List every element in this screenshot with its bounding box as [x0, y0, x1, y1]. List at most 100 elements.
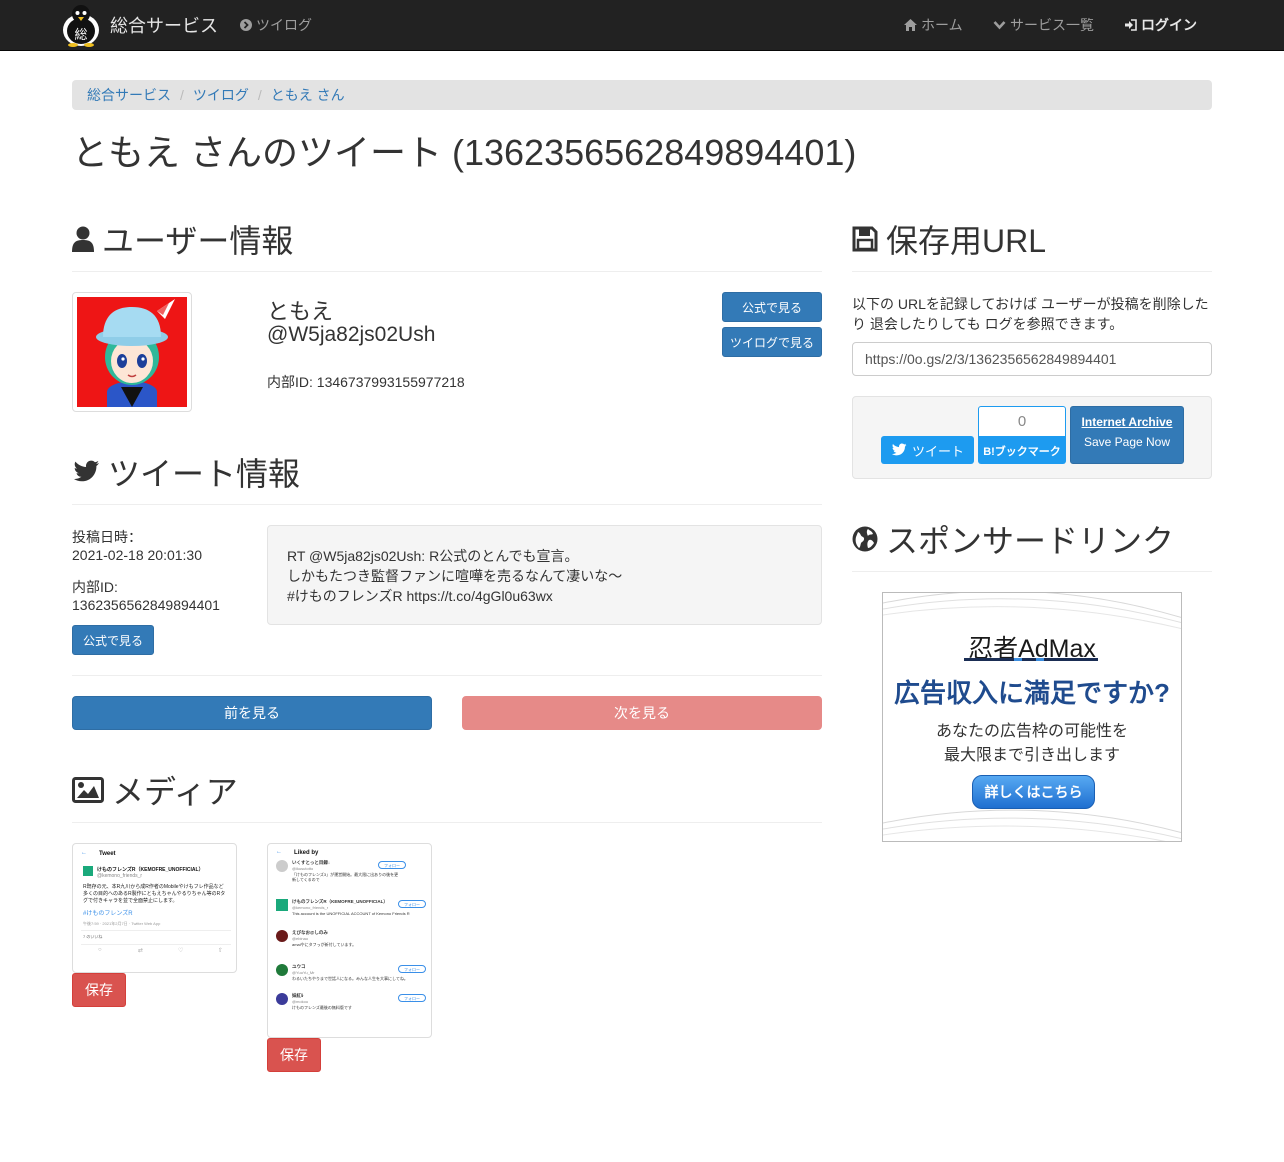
thumb-title: Tweet: [99, 851, 116, 857]
nav-login-link[interactable]: ログイン: [1124, 0, 1197, 50]
user-avatar: [276, 993, 288, 1005]
nav-tsuilog-link[interactable]: ツイログ: [240, 0, 312, 50]
ia-title: Internet Archive: [1081, 415, 1173, 429]
internet-archive-button[interactable]: Internet Archive Save Page Now: [1070, 406, 1184, 464]
like-icon: ♡: [178, 948, 184, 954]
follow-button[interactable]: フォロー: [398, 965, 426, 973]
twitter-bird-icon: [891, 443, 907, 457]
user-icon: [72, 226, 94, 252]
svg-text:総: 総: [74, 28, 87, 43]
breadcrumb-item-user[interactable]: ともえ さん: [271, 85, 345, 105]
liker-bio: amalやにタフっが新付しています。: [292, 942, 357, 947]
divider: [72, 504, 822, 505]
reply-icon: ○: [98, 947, 102, 953]
user-handle: @W5ja82js02Ush: [267, 323, 436, 346]
top-navbar: 総 総合サービス ツイログ ホーム サービス一覧 ログイン: [0, 0, 1284, 51]
save-url-field[interactable]: https://0o.gs/2/3/1362356562849894401: [852, 342, 1212, 376]
follow-button[interactable]: フォロー: [398, 900, 426, 908]
home-icon: [904, 19, 917, 31]
breadcrumb-separator: /: [257, 87, 262, 103]
user-avatar: [276, 964, 288, 976]
prev-button[interactable]: 前を見る: [72, 696, 432, 730]
media-thumbnail[interactable]: ← Liked by いくすとっと目録↓ @ikusutotto 「けものフレン…: [267, 843, 432, 1038]
next-button[interactable]: 次を見る: [462, 696, 822, 730]
sponsor-heading: スポンサードリンク: [852, 516, 1174, 562]
thumb-hashtag: #けものフレンズR: [83, 911, 133, 917]
user-avatar: [276, 860, 288, 872]
liker-handle: @kemono_friends_r: [292, 905, 329, 910]
breadcrumb: 総合サービス / ツイログ / ともえ さん: [72, 80, 1212, 110]
nav-services-label: サービス一覧: [1010, 17, 1094, 33]
user-info-heading-text: ユーザー情報: [102, 223, 294, 259]
tweet-share-label: ツイート: [911, 443, 964, 459]
ad-banner[interactable]: 忍者AdMax 広告収入に満足ですか? あなたの広告枠の可能性を 最大限まで引き…: [882, 592, 1182, 842]
tweet-share-button[interactable]: ツイート: [881, 436, 974, 464]
chevron-down-icon: [993, 20, 1006, 30]
tweet-text-line: RT @W5ja82js02Ush: R公式のとんでも宣言。: [287, 548, 579, 564]
nav-tsuilog-label: ツイログ: [256, 17, 312, 33]
user-tsuilog-button[interactable]: ツイログで見る: [722, 327, 822, 357]
hatena-count: 0: [978, 406, 1066, 437]
ad-brand-underline: [964, 658, 1098, 661]
thumb-account: けものフレンズR（KEMOFRE_UNOFFICIAL）: [97, 867, 204, 873]
tweet-id-label: 内部ID:: [72, 579, 118, 595]
tweet-id-value: 1362356562849894401: [72, 597, 220, 613]
account-avatar: [83, 866, 93, 876]
avatar-illustration: [77, 297, 187, 407]
chevron-circle-right-icon: [240, 19, 252, 31]
ad-details-button[interactable]: 詳しくはこちら: [972, 775, 1095, 809]
save-url-heading-text: 保存用URL: [886, 223, 1047, 259]
ad-subtext: あなたの広告枠の可能性を: [935, 723, 1128, 740]
save-url-description: り 退会したりしても ログを参照できます。: [852, 316, 1124, 332]
breadcrumb-item-home[interactable]: 総合サービス: [87, 85, 171, 105]
save-url-heading: 保存用URL: [852, 216, 1046, 262]
liker-handle: @ikusutotto: [292, 866, 314, 871]
globe-icon: [852, 526, 878, 552]
thumb-counts: 7 のいいね: [83, 934, 103, 939]
user-info-heading: ユーザー情報: [72, 216, 293, 262]
liker-bio: 「けものフレンズ3」が運営開始。最大限に出ありの後を更新してくるので: [292, 872, 399, 882]
liker-bio: けものフレンズ最後の無料版です: [292, 1005, 352, 1010]
user-internal-id: 内部ID: 1346737993155977218: [267, 374, 465, 390]
tweet-text-line: しかもたつき監督ファンに喧嘩を売るなんて凄いな〜: [287, 568, 623, 584]
divider: [72, 675, 822, 676]
save-url-description: 以下の URLを記録しておけば ユーザーが投稿を削除した: [852, 296, 1209, 312]
user-official-button[interactable]: 公式で見る: [722, 292, 822, 322]
breadcrumb-separator: /: [180, 87, 184, 103]
thumb-body: R既存の元、本R九川から成R作者のMobileやけもフレ作品など多くの目的へのあ…: [83, 884, 226, 904]
thumb-footer: 午後7:59 · 2021年2月7日 · Twitter Web App: [83, 921, 161, 926]
back-arrow-icon: ←: [81, 850, 87, 856]
liker-bio: This account is the UNOFFICIAL ACCOUNT o…: [292, 911, 410, 916]
nav-services-link[interactable]: サービス一覧: [993, 0, 1094, 50]
liker-bio: わるいたちやりまで世話人になる。みんな人生を大事にしてね。: [292, 976, 408, 981]
liker-handle: @YuuYu_Mr: [292, 970, 315, 975]
divider: [852, 271, 1212, 272]
divider: [852, 571, 1212, 572]
ia-subtitle: Save Page Now: [1083, 435, 1171, 449]
media-heading-text: メディア: [112, 774, 238, 810]
follow-button[interactable]: フォロー: [378, 861, 406, 869]
divider: [81, 930, 231, 931]
floppy-disk-icon: [852, 226, 878, 252]
sign-in-icon: [1124, 19, 1137, 31]
back-arrow-icon: ←: [276, 849, 282, 855]
media-heading: メディア: [72, 767, 238, 813]
hatena-bookmark-button[interactable]: B!ブックマーク: [978, 437, 1066, 464]
avatar: [72, 292, 192, 412]
divider: [72, 822, 822, 823]
user-name: ともえ: [267, 299, 334, 324]
brand-link[interactable]: 総 総合サービス: [60, 2, 218, 48]
thumb-handle: @kemono_friends_r: [97, 873, 143, 879]
nav-home-link[interactable]: ホーム: [904, 0, 963, 50]
tweet-official-button[interactable]: 公式で見る: [72, 625, 154, 655]
ad-subtext: 最大限まで引き出します: [943, 747, 1120, 764]
media-thumbnail[interactable]: ← Tweet けものフレンズR（KEMOFRE_UNOFFICIAL） @ke…: [72, 843, 237, 973]
save-media-button[interactable]: 保存: [267, 1038, 321, 1072]
save-media-button[interactable]: 保存: [72, 973, 126, 1007]
follow-button[interactable]: フォロー: [398, 994, 426, 1002]
tweet-info-heading-text: ツイート情報: [108, 456, 301, 492]
user-avatar: [276, 899, 288, 911]
breadcrumb-item-tsuilog[interactable]: ツイログ: [193, 85, 249, 105]
tweet-text-line: #けものフレンズR https://t.co/4gGl0u63wx: [287, 588, 553, 604]
liker-handle: @mokou: [292, 999, 309, 1004]
